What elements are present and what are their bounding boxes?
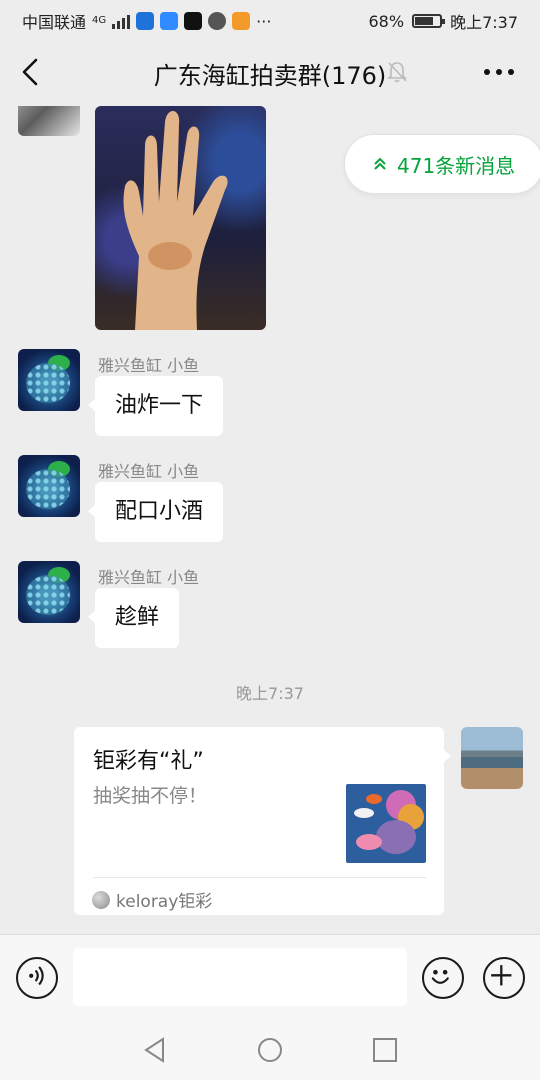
avatar[interactable] [461,727,523,789]
signal-icon [112,13,131,29]
card-description: 抽奖抽不停！ [93,785,208,807]
message-list[interactable]: 471条新消息 雅兴鱼缸 小鱼 油炸一下 雅兴鱼缸 小鱼 配口小酒 雅兴鱼缸 小… [0,106,540,934]
home-nav-icon[interactable] [256,1036,284,1064]
plus-icon [491,965,512,986]
card-title: 钜彩有“礼” [93,749,204,774]
app-icon [232,12,251,30]
sender-name: 雅兴鱼缸 小鱼 [98,568,200,587]
network-label: 4G [92,15,107,26]
battery-icon [412,14,446,28]
message-bubble[interactable]: 油炸一下 [87,376,224,436]
app-icon [160,12,179,30]
divider [93,877,426,878]
double-chevron-up-icon [374,157,386,170]
hand-photo [123,110,228,330]
status-bar: 中国联通 4G ··· 68% 晚上7:37 [0,0,540,38]
recents-nav-icon[interactable] [371,1036,399,1064]
message-bubble[interactable]: 配口小酒 [87,482,224,542]
sender-name: 雅兴鱼缸 小鱼 [98,462,200,481]
message-input[interactable] [73,948,407,1006]
new-messages-label: 471条新消息 [397,153,516,178]
app-icon [136,12,155,30]
chat-header: 广东海缸拍卖群(176) [0,38,540,106]
avatar[interactable] [18,349,80,411]
voice-icon [29,966,44,986]
chat-title: 广东海缸拍卖群(176) [153,62,387,90]
back-nav-icon[interactable] [141,1036,169,1064]
system-nav-bar [0,1020,540,1080]
more-notifications-icon: ··· [256,11,272,31]
avatar[interactable] [18,455,80,517]
card-thumbnail [346,784,426,863]
avatar[interactable] [18,106,80,136]
shield-icon [208,12,227,30]
message-timestamp: 晚上7:37 [236,684,304,703]
image-message[interactable] [95,106,266,330]
new-messages-button[interactable]: 471条新消息 [344,134,540,194]
source-icon [92,890,110,909]
input-bar [0,934,540,1020]
source-label: keloray钜彩 [116,892,213,912]
link-card[interactable]: 钜彩有“礼” 抽奖抽不停！ keloray钜彩 [74,727,451,915]
tiktok-icon [184,12,203,30]
emoji-icon [431,969,449,984]
bell-off-icon [387,62,407,83]
emoji-button[interactable] [422,957,464,999]
plus-button[interactable] [483,957,525,999]
carrier-label: 中国联通 [22,13,87,32]
message-bubble[interactable]: 趁鲜 [87,588,180,648]
card-source: keloray钜彩 [92,887,212,912]
voice-button[interactable] [16,957,58,999]
clock: 晚上7:37 [450,13,518,32]
sender-name: 雅兴鱼缸 小鱼 [98,356,200,375]
avatar[interactable] [18,561,80,623]
battery-percent: 68% [368,11,405,31]
more-icon[interactable] [482,62,516,82]
